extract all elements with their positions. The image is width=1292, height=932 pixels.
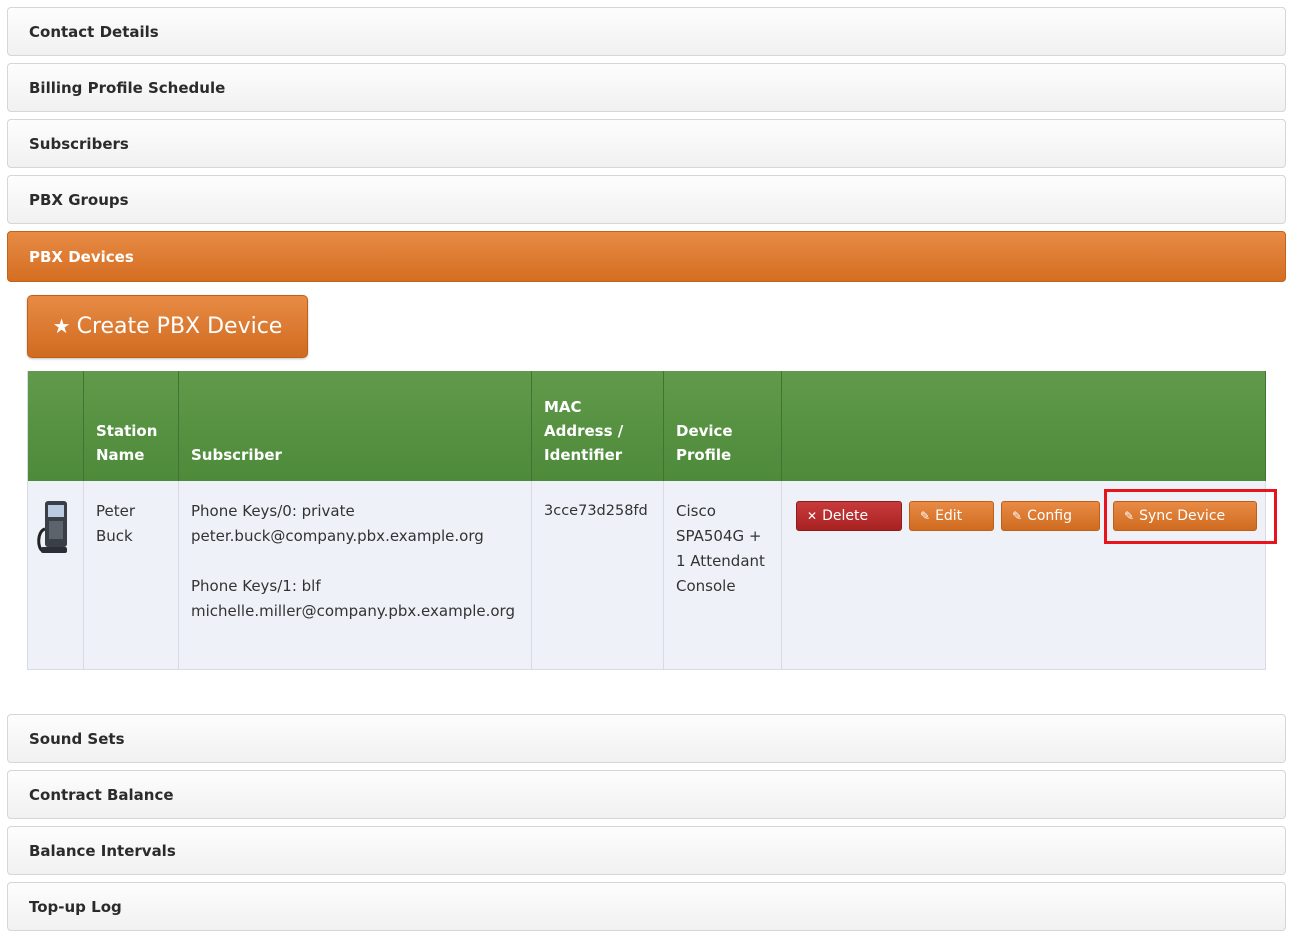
create-pbx-device-button[interactable]: ★ Create PBX Device [27,295,308,358]
config-label: Config [1027,508,1072,524]
subscriber-cell: Phone Keys/0: private peter.buck@company… [178,481,532,670]
column-header-device-profile[interactable]: Device Profile [663,371,782,481]
delete-label: Delete [822,508,869,524]
panel-title: Sound Sets [29,730,125,748]
panel-title: Contact Details [29,23,159,41]
close-icon: ✕ [807,509,818,523]
panel-pbx-devices[interactable]: PBX Devices [7,231,1286,282]
pbx-devices-table: Station Name Subscriber MAC Address / Id… [27,371,1266,670]
table-row: Peter Buck Phone Keys/0: private peter.b… [27,481,1266,670]
panel-balance-intervals[interactable]: Balance Intervals [7,826,1286,875]
column-header-subscriber[interactable]: Subscriber [178,371,532,481]
edit-icon: ✎ [920,509,931,523]
sync-device-button[interactable]: ✎ Sync Device [1113,501,1257,531]
edit-icon: ✎ [1124,509,1135,523]
panel-sound-sets[interactable]: Sound Sets [7,714,1286,763]
panel-top-up-log[interactable]: Top-up Log [7,882,1286,931]
panel-title: PBX Groups [29,191,129,209]
panel-title: PBX Devices [29,248,134,266]
device-profile-cell: Cisco SPA504G + 1 Attendant Console [663,481,782,670]
subscriber-line: peter.buck@company.pbx.example.org [191,527,484,545]
create-button-label: Create PBX Device [76,314,283,339]
panel-pbx-groups[interactable]: PBX Groups [7,175,1286,224]
column-header-actions [781,371,1266,481]
mac-cell: 3cce73d258fd [531,481,664,670]
panel-title: Top-up Log [29,898,122,916]
star-icon: ★ [52,314,71,338]
config-button[interactable]: ✎ Config [1001,501,1100,531]
panel-title: Billing Profile Schedule [29,79,226,97]
panel-title: Subscribers [29,135,129,153]
edit-label: Edit [935,508,963,524]
column-header-mac[interactable]: MAC Address / Identifier [531,371,664,481]
table-header-row: Station Name Subscriber MAC Address / Id… [27,371,1266,481]
edit-icon: ✎ [1012,509,1023,523]
panel-contact-details[interactable]: Contact Details [7,7,1286,56]
delete-button[interactable]: ✕ Delete [796,501,902,531]
edit-button[interactable]: ✎ Edit [909,501,994,531]
panel-title: Contract Balance [29,786,174,804]
panel-title: Balance Intervals [29,842,176,860]
ip-phone-icon [37,501,67,553]
sync-device-label: Sync Device [1139,508,1226,524]
subscriber-line: Phone Keys/1: blf [191,577,321,595]
device-image-cell [27,481,84,670]
station-name-cell: Peter Buck [83,481,179,670]
column-header-station-name[interactable]: Station Name [83,371,179,481]
column-header-icon [27,371,84,481]
subscriber-line: Phone Keys/0: private [191,502,355,520]
actions-cell: ✕ Delete ✎ Edit ✎ Config ✎ Sync Device [781,481,1266,670]
panel-billing-profile-schedule[interactable]: Billing Profile Schedule [7,63,1286,112]
panel-subscribers[interactable]: Subscribers [7,119,1286,168]
panel-contract-balance[interactable]: Contract Balance [7,770,1286,819]
subscriber-line: michelle.miller@company.pbx.example.org [191,602,515,620]
